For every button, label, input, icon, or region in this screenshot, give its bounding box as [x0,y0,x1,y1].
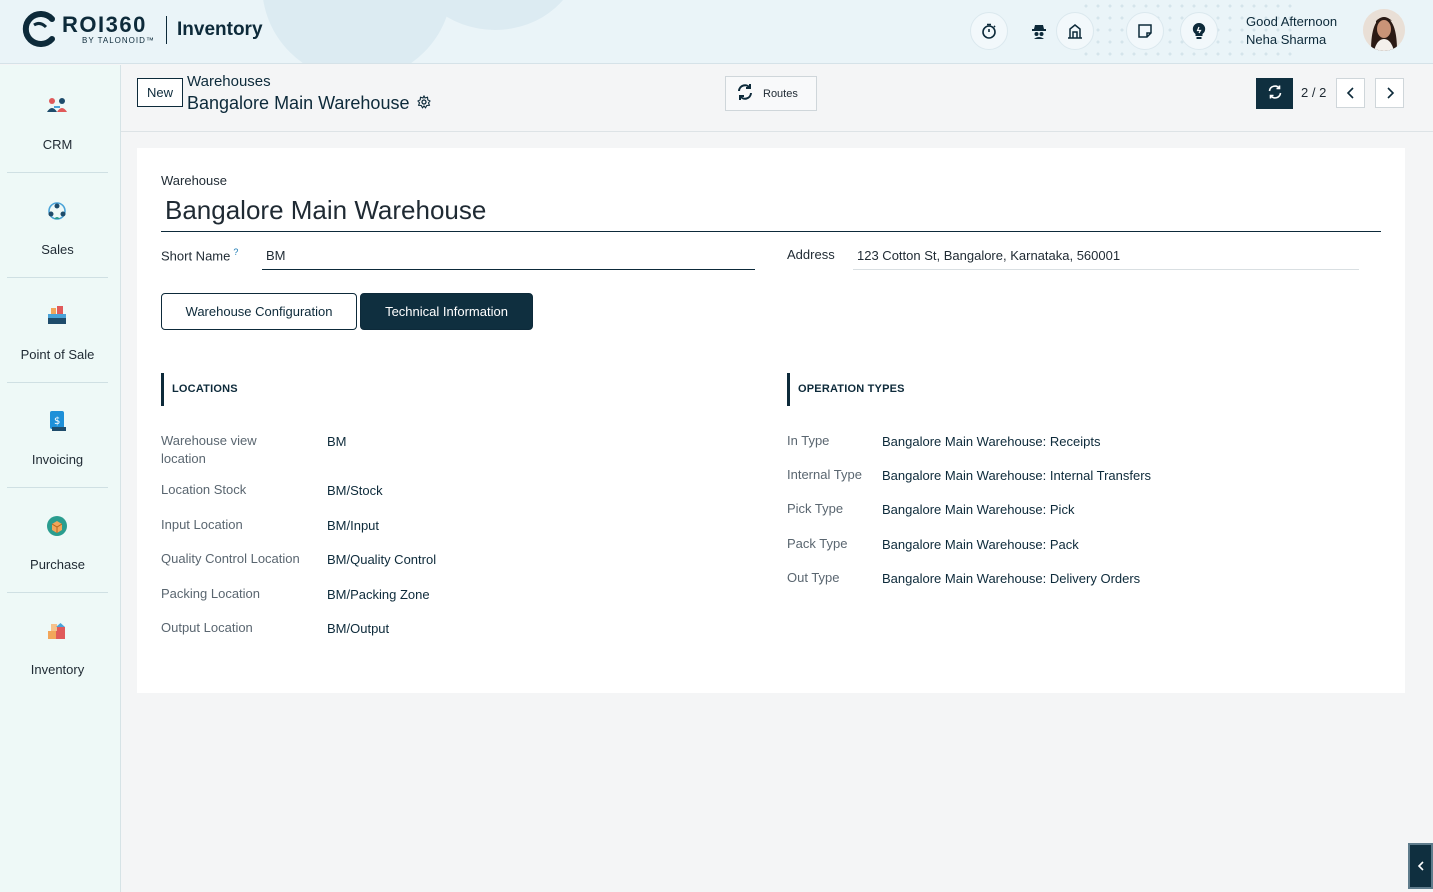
location-row-value[interactable]: BM/Quality Control [327,551,436,569]
svg-text:$: $ [54,416,60,427]
crm-icon [45,94,69,118]
operation-type-row-value[interactable]: Bangalore Main Warehouse: Pick [882,501,1074,519]
sidebar-item-label: Sales [41,242,74,257]
pager-next-button[interactable] [1375,78,1404,108]
sync-icon [1267,84,1283,104]
location-row-label: Location Stock [161,482,247,497]
routes-label: Routes [763,87,798,100]
operation-type-row-label: Out Type [787,570,840,585]
sidebar-item-crm[interactable]: CRM [7,68,108,173]
timer-icon[interactable] [970,12,1008,50]
operation-type-row-value[interactable]: Bangalore Main Warehouse: Pack [882,536,1079,554]
location-row-label: Output Location [161,620,253,635]
new-button[interactable]: New [137,78,183,107]
control-panel: New Warehouses Bangalore Main Warehouse … [121,65,1433,132]
sidebar-item-label: Invoicing [31,452,84,467]
location-row-label: Input Location [161,517,243,532]
operation-type-row-label: Internal Type [787,467,862,482]
location-row-label: Packing Location [161,586,261,601]
app-title: Inventory [177,19,263,40]
warehouse-name-field[interactable]: Bangalore Main Warehouse [161,190,1381,232]
spy-icon[interactable] [1020,12,1058,50]
user-avatar[interactable] [1363,9,1405,51]
operation-type-row-value[interactable]: Bangalore Main Warehouse: Internal Trans… [882,467,1151,485]
operation-type-row-value[interactable]: Bangalore Main Warehouse: Delivery Order… [882,570,1140,588]
greeting-text: Good Afternoon [1246,14,1338,29]
sidebar-item-invoicing[interactable]: $ Invoicing [7,383,108,488]
location-row-value[interactable]: BM/Stock [327,482,383,500]
locations-section-title: LOCATIONS [161,373,721,406]
location-row-label: Quality Control Location [161,551,300,566]
sidebar-item-inventory[interactable]: Inventory [7,593,108,698]
lightbulb-icon[interactable] [1180,12,1218,50]
location-row-label: Warehouse view location [161,433,257,466]
logo-mark-icon [22,11,58,47]
operation-types-section-title: OPERATION TYPES [787,373,1347,406]
operation-type-row-value[interactable]: Bangalore Main Warehouse: Receipts [882,433,1100,451]
location-row-value[interactable]: BM/Packing Zone [327,586,430,604]
tab-technical-information[interactable]: Technical Information [360,293,533,330]
chevron-left-icon [1417,857,1425,876]
location-row-value[interactable]: BM/Output [327,620,389,638]
warehouse-label: Warehouse [161,173,227,188]
refresh-icon [736,83,754,104]
logo-subtitle: BY TALONOID™ [82,35,155,45]
sidebar-item-label: Inventory [30,662,85,677]
note-icon[interactable] [1126,12,1164,50]
sidebar-item-label: Point of Sale [20,347,95,362]
address-field[interactable]: 123 Cotton St, Bangalore, Karnataka, 560… [853,246,1359,270]
operation-type-row-label: In Type [787,433,830,448]
sidebar-item-label: Purchase [30,557,85,572]
short-name-label: Short Name? [161,247,238,263]
logo-divider [166,16,167,44]
gear-icon[interactable] [417,93,432,114]
pager-previous-button[interactable] [1336,78,1365,108]
help-icon[interactable]: ? [233,247,238,257]
sidebar-item-sales[interactable]: Sales [7,173,108,278]
purchase-icon [45,514,69,538]
routes-button[interactable]: Routes [725,76,817,111]
sales-icon [45,199,69,223]
sidebar-item-point-of-sale[interactable]: Point of Sale [7,278,108,383]
user-greeting: Good Afternoon Neha Sharma [1246,13,1337,49]
warehouse-form: Warehouse Bangalore Main Warehouse Short… [137,148,1405,693]
address-label: Address [787,247,835,262]
pager-counter[interactable]: 2 / 2 [1301,85,1326,100]
user-name: Neha Sharma [1246,32,1327,47]
sidebar-item-label: CRM [42,137,73,152]
invoicing-icon: $ [45,409,69,433]
inventory-icon [45,619,69,643]
sidebar-item-purchase[interactable]: Purchase [7,488,108,593]
chevron-right-icon [1385,84,1395,103]
chevron-left-icon [1346,84,1356,103]
location-row-value[interactable]: BM/Input [327,517,379,535]
point-of-sale-icon [45,304,69,328]
short-name-label-text: Short Name [161,248,231,264]
short-name-field[interactable]: BM [262,246,755,270]
location-row-value[interactable]: BM [327,433,347,451]
sync-button[interactable] [1256,78,1293,109]
breadcrumb-parent[interactable]: Warehouses [187,73,271,90]
operation-type-row-label: Pack Type [787,536,848,551]
panel-collapse-button[interactable] [1408,843,1433,889]
breadcrumb-current-label: Bangalore Main Warehouse [187,93,410,113]
operation-type-row-label: Pick Type [787,501,844,516]
building-icon[interactable] [1056,12,1094,50]
top-header: ROI360 BY TALONOID™ Inventory Good After… [0,0,1433,64]
header-decoration [262,0,452,63]
logo-brand: ROI360 [62,11,147,37]
app-sidebar: CRM Sales Point of Sale $ Invoicing Purc… [0,65,121,892]
app-logo[interactable]: ROI360 BY TALONOID™ [22,11,155,47]
tab-warehouse-configuration[interactable]: Warehouse Configuration [161,293,357,330]
breadcrumb-current: Bangalore Main Warehouse [187,93,432,114]
